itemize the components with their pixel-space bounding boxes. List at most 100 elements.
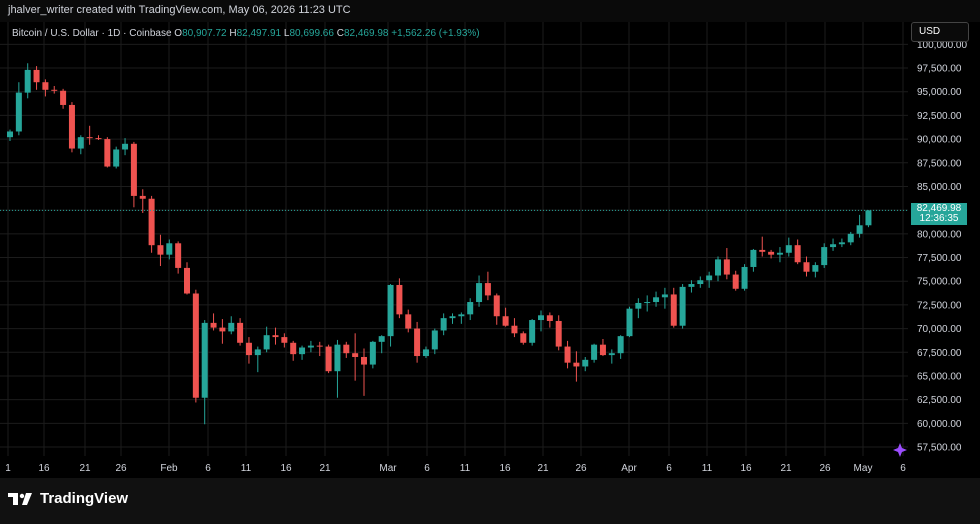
candle-body: [670, 294, 677, 326]
candle-body: [847, 233, 854, 243]
candle: [396, 278, 403, 319]
candle: [865, 210, 872, 228]
candle-body: [653, 297, 660, 303]
candle-body: [210, 322, 217, 328]
candle: [316, 341, 323, 357]
candle: [670, 287, 677, 328]
candle: [794, 239, 801, 265]
candle-body: [316, 345, 323, 347]
candle-body: [130, 143, 137, 196]
candle: [325, 344, 332, 374]
candle-body: [635, 302, 642, 309]
candle: [334, 339, 341, 398]
sparkle-icon[interactable]: [893, 443, 907, 457]
y-tick-label: 67,500.00: [917, 348, 962, 359]
candle: [60, 88, 67, 109]
brand-name: TradingView: [40, 490, 129, 507]
candle: [838, 238, 845, 248]
candle: [564, 340, 571, 369]
candle-body: [732, 274, 739, 289]
candle-body: [502, 316, 509, 326]
low-value: 80,699.66: [289, 28, 334, 39]
candle: [661, 287, 668, 309]
candle: [184, 262, 190, 295]
candle-body: [352, 353, 359, 357]
candle: [617, 335, 624, 359]
candle: [201, 320, 208, 425]
x-tick-label: 6: [900, 463, 906, 474]
brand-logo[interactable]: TradingView: [8, 490, 128, 507]
y-axis: 100,000.0097,500.0095,000.0092,500.0090,…: [917, 40, 967, 454]
candle-body: [723, 259, 730, 275]
candle-body: [139, 195, 146, 199]
x-tick-label: 16: [280, 463, 292, 474]
candle-body: [582, 359, 589, 367]
candle: [369, 340, 376, 369]
candle-body: [431, 330, 438, 350]
y-tick-label: 95,000.00: [917, 87, 962, 98]
candle: [431, 328, 438, 355]
close-value: 82,469.98: [343, 28, 389, 39]
currency-button[interactable]: USD: [911, 22, 969, 42]
y-tick-label: 92,500.00: [917, 111, 962, 122]
candle: [546, 312, 553, 328]
candle: [635, 298, 642, 319]
candle-body: [343, 344, 350, 354]
candle: [626, 306, 633, 338]
candle-body: [750, 249, 757, 267]
candle-body: [803, 262, 810, 272]
candle: [520, 331, 527, 345]
x-tick-label: 6: [205, 463, 211, 474]
candle: [555, 315, 562, 351]
candle-body: [272, 335, 279, 338]
candle: [502, 307, 509, 327]
candle-body: [440, 318, 447, 331]
y-tick-label: 87,500.00: [917, 158, 962, 169]
candle: [219, 319, 226, 344]
candle: [51, 86, 58, 94]
symbol-label: Bitcoin / U.S. Dollar · 1D · Coinbase: [12, 28, 172, 39]
candle-body: [617, 336, 624, 354]
candle: [254, 346, 261, 373]
candle: [228, 316, 235, 335]
candle-body: [484, 283, 491, 296]
candle: [688, 280, 695, 293]
candle-body: [591, 344, 598, 360]
candle-body: [626, 308, 633, 337]
candle-body: [697, 280, 704, 285]
candle: [352, 333, 359, 381]
candle-body: [608, 353, 615, 356]
y-tick-label: 80,000.00: [917, 229, 962, 240]
x-tick-label: 26: [575, 463, 587, 474]
open-label: O: [174, 28, 183, 39]
candle-body: [830, 244, 837, 248]
candle: [77, 135, 84, 155]
candle: [812, 262, 819, 278]
candle-body: [467, 302, 474, 315]
candle: [476, 275, 483, 307]
candle-body: [245, 342, 252, 356]
candle: [343, 341, 350, 358]
candle-body: [175, 243, 182, 268]
candle: [68, 102, 75, 153]
y-tick-label: 97,500.00: [917, 64, 962, 75]
candle: [210, 313, 217, 331]
high-value: 82,497.91: [236, 28, 282, 39]
candle-body: [42, 82, 49, 90]
candle: [263, 326, 270, 353]
x-tick-label: 6: [424, 463, 430, 474]
candle-body: [821, 247, 828, 266]
candle: [785, 237, 792, 257]
candle-body: [184, 267, 190, 294]
candles: [7, 63, 872, 425]
candle-body: [449, 316, 456, 319]
candlestick-chart[interactable]: 100,000.0097,500.0095,000.0092,500.0090,…: [0, 22, 980, 478]
candle: [166, 239, 173, 260]
candle-body: [122, 143, 129, 150]
candle-body: [387, 284, 394, 337]
candle: [237, 318, 244, 346]
x-tick-label: 6: [666, 463, 672, 474]
candle-body: [599, 344, 606, 356]
x-tick-label: 11: [460, 463, 471, 474]
candle-body: [33, 69, 40, 83]
